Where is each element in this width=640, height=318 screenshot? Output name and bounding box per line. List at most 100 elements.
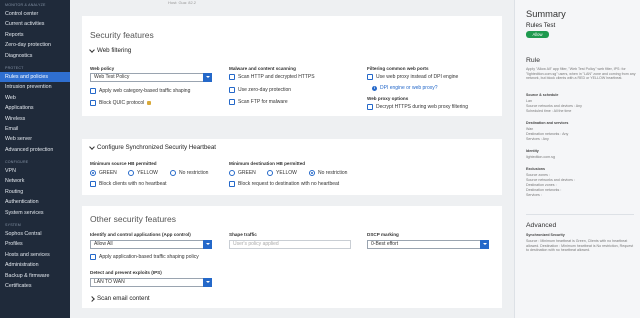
sidebar-item-applications[interactable]: Applications — [0, 103, 70, 113]
sidebar-item-certificates[interactable]: Certificates — [0, 281, 70, 291]
block-quic-checkbox[interactable]: Block QUIC protocol — [90, 100, 152, 106]
sidebar-item-web-server[interactable]: Web server — [0, 134, 70, 144]
checkbox-box — [229, 181, 235, 187]
dest-green-radio[interactable]: GREEN — [229, 170, 256, 176]
exclusion-line: Source zones : — [526, 173, 550, 177]
block-clients-checkbox[interactable]: Block clients with no heartbeat — [90, 181, 167, 187]
app-control-label: Identify and control applications (App c… — [90, 232, 191, 237]
block-quic-label: Block QUIC protocol — [99, 100, 145, 106]
app-control-select[interactable]: Allow All — [90, 240, 212, 249]
web-filtering-toggle[interactable]: Web filtering — [89, 46, 131, 54]
identity-subheading: Identity — [526, 149, 539, 153]
sidebar-item-rules-and-policies[interactable]: Rules and policies — [0, 71, 70, 83]
exclusions-subheading: Exclusions — [526, 167, 545, 171]
divider — [526, 214, 634, 215]
rule-name: Rules Test — [526, 22, 556, 29]
web-policy-label: Web policy — [90, 66, 115, 71]
other-security-heading: Other security features — [90, 214, 176, 224]
sidebar-item-intrusion-prevention[interactable]: Intrusion prevention — [0, 82, 70, 92]
sidebar-item-diagnostics[interactable]: Diagnostics — [0, 51, 70, 61]
rule-description: Apply "Allow All" app filter, "Web Test … — [526, 67, 636, 81]
dest-yellow-label: YELLOW — [276, 170, 297, 176]
exclusion-line: Destination networks : — [526, 188, 562, 192]
sidebar-item-system-services[interactable]: System services — [0, 208, 70, 218]
sidebar-item-wireless[interactable]: Wireless — [0, 114, 70, 124]
sidebar-item-vpn[interactable]: VPN — [0, 166, 70, 176]
ips-select[interactable]: LAN TO WAN — [90, 278, 212, 287]
checkbox-box — [367, 104, 373, 110]
dest-yellow-radio[interactable]: YELLOW — [267, 170, 297, 176]
chevron-down-icon — [89, 46, 95, 53]
block-request-checkbox[interactable]: Block request to destination with no hea… — [229, 181, 339, 187]
web-policy-value: Web Test Policy — [94, 74, 130, 80]
source-yellow-radio[interactable]: YELLOW — [128, 170, 158, 176]
category-shaping-checkbox[interactable]: Apply web category-based traffic shaping — [90, 88, 190, 94]
web-proxy-checkbox[interactable]: Use web proxy instead of DPI engine — [367, 74, 458, 80]
dscp-marking-value: 0-Best effort — [371, 241, 399, 247]
chevron-right-icon — [89, 295, 95, 302]
source-yellow-label: YELLOW — [137, 170, 158, 176]
sidebar-item-hosts-and-services[interactable]: Hosts and services — [0, 250, 70, 260]
sync-security-description: Source : Minimum heartbeat is Green, Cli… — [526, 239, 634, 253]
web-policy-select[interactable]: Web Test Policy — [90, 73, 212, 82]
heartbeat-toggle[interactable]: Configure Synchronized Security Heartbea… — [89, 143, 217, 151]
exclusion-line: Destination zones : — [526, 183, 557, 187]
sidebar-item-email[interactable]: Email — [0, 124, 70, 134]
sidebar-item-zero-day-protection[interactable]: Zero-day protection — [0, 40, 70, 50]
shape-traffic-select[interactable]: User's policy applied — [229, 240, 351, 249]
min-source-hb-label: Minimum source HB permitted — [90, 161, 157, 166]
min-dest-hb-label: Minimum destination HB permitted — [229, 161, 306, 166]
heartbeat-panel: Configure Synchronized Security Heartbea… — [82, 139, 502, 195]
sidebar-item-administration[interactable]: Administration — [0, 260, 70, 270]
sidebar-item-network[interactable]: Network — [0, 176, 70, 186]
summary-title: Summary — [526, 9, 566, 19]
block-clients-label: Block clients with no heartbeat — [99, 181, 167, 187]
sidebar-item-advanced-protection[interactable]: Advanced protection — [0, 145, 70, 155]
ips-value: LAN TO WAN — [94, 279, 125, 285]
destination-subheading: Destination and services — [526, 121, 569, 125]
scan-email-toggle[interactable]: Scan email content — [89, 295, 150, 302]
sidebar-item-current-activities[interactable]: Current activities — [0, 19, 70, 29]
lock-icon — [147, 101, 152, 105]
source-no-restriction-radio[interactable]: No restriction — [170, 170, 208, 176]
radio-dot — [267, 170, 273, 176]
checkbox-box — [90, 100, 96, 106]
sidebar-section-title: CONFIGURE — [5, 160, 29, 165]
chevron-down-icon — [203, 240, 212, 249]
source-line: Lan — [526, 99, 532, 103]
top-fragment-text: Host: Gua: 82.2 — [168, 0, 197, 5]
source-green-label: GREEN — [99, 170, 117, 176]
scan-ftp-checkbox[interactable]: Scan FTP for malware — [229, 99, 288, 105]
dscp-marking-select[interactable]: 0-Best effort — [367, 240, 489, 249]
scan-http-checkbox[interactable]: Scan HTTP and decrypted HTTPS — [229, 74, 315, 80]
heartbeat-toggle-label: Configure Synchronized Security Heartbea… — [97, 144, 217, 151]
sidebar-item-control-center[interactable]: Control center — [0, 9, 70, 19]
source-schedule-subheading: Source & schedule — [526, 93, 559, 97]
checkbox-box — [90, 181, 96, 187]
decrypt-https-checkbox[interactable]: Decrypt HTTPS during web proxy filtering — [367, 104, 468, 110]
dscp-marking-label: DSCP marking — [367, 232, 399, 237]
dpi-engine-link[interactable]: i DPI engine or web proxy? — [372, 85, 438, 91]
sidebar-item-authentication[interactable]: Authentication — [0, 197, 70, 207]
sidebar-item-web[interactable]: Web — [0, 93, 70, 103]
sidebar-item-routing[interactable]: Routing — [0, 187, 70, 197]
source-green-radio[interactable]: GREEN — [90, 170, 117, 176]
app-shaping-checkbox[interactable]: Apply application-based traffic shaping … — [90, 254, 199, 260]
scan-http-label: Scan HTTP and decrypted HTTPS — [238, 74, 315, 80]
app-control-value: Allow All — [94, 241, 113, 247]
sidebar-item-profiles[interactable]: Profiles — [0, 239, 70, 249]
source-line: Scheduled time : All the time — [526, 109, 572, 113]
shape-traffic-placeholder: User's policy applied — [233, 241, 279, 247]
sidebar-item-reports[interactable]: Reports — [0, 30, 70, 40]
radio-dot — [128, 170, 134, 176]
advanced-heading: Advanced — [526, 222, 557, 229]
sidebar-item-backup-firmware[interactable]: Backup & firmware — [0, 271, 70, 281]
sidebar: MONITOR & ANALYZE Control center Current… — [0, 0, 70, 318]
allow-badge: Allow — [526, 31, 549, 38]
zero-day-checkbox[interactable]: Use zero-day protection — [229, 87, 291, 93]
dest-no-restriction-radio[interactable]: No restriction — [309, 170, 347, 176]
security-features-heading: Security features — [90, 30, 154, 40]
sidebar-section-title: MONITOR & ANALYZE — [5, 3, 46, 7]
radio-dot — [90, 170, 96, 176]
sidebar-item-sophos-central[interactable]: Sophos Central — [0, 229, 70, 239]
